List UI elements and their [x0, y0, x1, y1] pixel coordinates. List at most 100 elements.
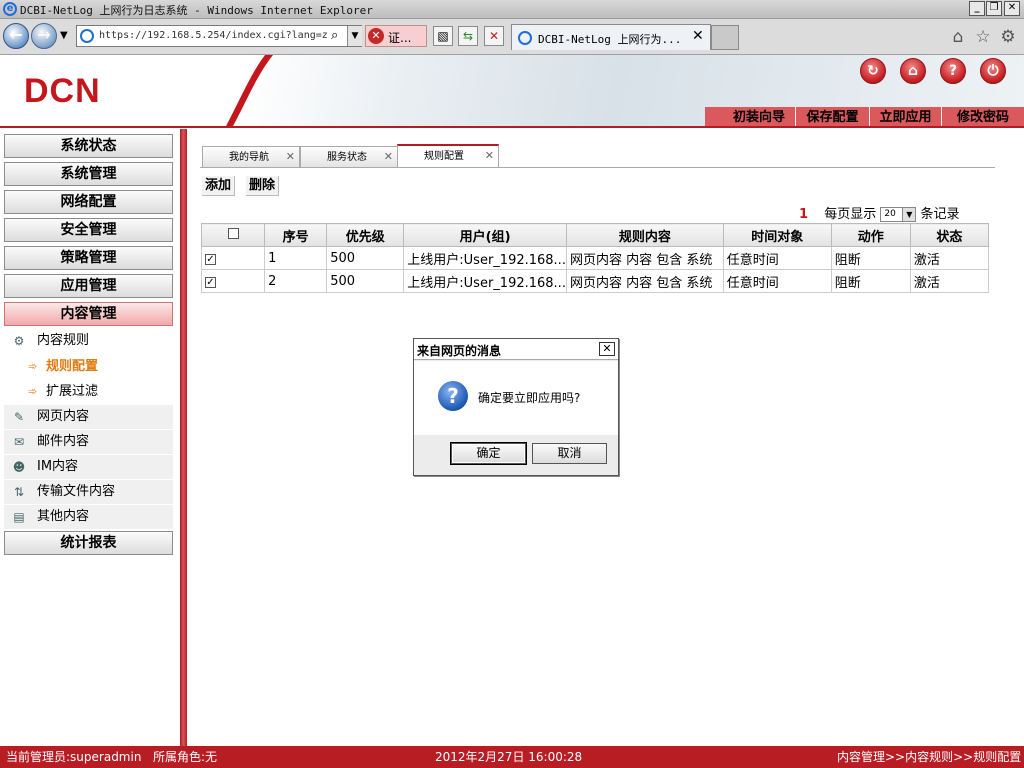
submenu-label: IM内容 [37, 459, 79, 474]
dialog-body: ? 确定要立即应用吗? [414, 361, 618, 435]
cell-time: 任意时间 [722, 246, 832, 270]
rules-table: 序号 优先级 用户(组) 规则内容 时间对象 动作 状态 ✓ 1 500 上线用… [200, 223, 990, 293]
column-header[interactable]: 用户(组) [403, 223, 567, 247]
dialog-close-button[interactable]: ✕ [599, 342, 615, 356]
sidebar-splitter[interactable] [180, 129, 187, 746]
breadcrumb: 内容管理>>内容规则>>规则配置 [837, 750, 1022, 764]
minimize-button[interactable]: _ [969, 1, 985, 16]
cell-action: 阻断 [830, 246, 911, 270]
cancel-button[interactable]: 取消 [532, 443, 607, 464]
close-window-button[interactable]: ✕ [1004, 1, 1020, 16]
close-tab-icon[interactable]: ✕ [384, 147, 393, 167]
tab-service-status[interactable]: 服务状态 ✕ [300, 146, 398, 168]
tools-gear-icon[interactable]: ⚙ [998, 27, 1018, 47]
submenu-mail-content[interactable]: ✉ 邮件内容 [4, 430, 173, 454]
help-circle-icon[interactable]: ? [940, 58, 966, 84]
menu-content-management[interactable]: 内容管理 [4, 302, 173, 326]
home-circle-icon[interactable]: ⌂ [900, 58, 926, 84]
menu-statistics-report[interactable]: 统计报表 [4, 531, 173, 555]
submenu-web-content[interactable]: ✎ 网页内容 [4, 405, 173, 429]
back-button[interactable]: ← [3, 23, 29, 49]
menu-system-management[interactable]: 系统管理 [4, 162, 173, 186]
submenu-content-rules[interactable]: ⚙ 内容规则 [4, 329, 173, 353]
apply-now-link[interactable]: 立即应用 [869, 107, 941, 126]
row-checkbox[interactable]: ✓ [205, 253, 216, 265]
menu-system-status[interactable]: 系统状态 [4, 134, 173, 158]
cell-priority: 500 [326, 269, 405, 293]
close-tab-icon[interactable]: ✕ [485, 146, 494, 166]
row-checkbox[interactable]: ✓ [205, 276, 216, 288]
leaf-label: 扩展过滤 [46, 384, 99, 399]
favorites-star-icon[interactable]: ☆ [973, 27, 993, 47]
menu-app-management[interactable]: 应用管理 [4, 274, 173, 298]
submenu-other-content[interactable]: ▤ 其他内容 [4, 505, 173, 529]
change-password-link[interactable]: 修改密码 [941, 107, 1024, 126]
menu-network-config[interactable]: 网络配置 [4, 190, 173, 214]
history-dropdown-icon[interactable]: ▼ [60, 30, 68, 41]
refresh-icon[interactable]: ⇆ [458, 26, 478, 46]
cert-error-label: 证... [388, 31, 412, 45]
tab-my-navigation[interactable]: 我的导航 ✕ [202, 146, 300, 168]
search-icon[interactable]: ⌕ [331, 28, 338, 43]
browser-toolbar: ← → ▼ https://192.168.5.254/index.cgi?la… [0, 19, 1024, 55]
web-icon: ✎ [13, 410, 25, 424]
menu-security-management[interactable]: 安全管理 [4, 218, 173, 242]
menu-policy-management[interactable]: 策略管理 [4, 246, 173, 270]
top-menu: 初装向导 保存配置 立即应用 修改密码 [705, 107, 1024, 126]
logout-circle-icon[interactable]: ⏻ [980, 58, 1006, 84]
address-bar[interactable]: https://192.168.5.254/index.cgi?lang=z ⌕… [76, 25, 362, 47]
maximize-button[interactable]: ❐ [986, 1, 1002, 16]
per-page-select[interactable]: 20 ▼ [880, 207, 917, 222]
close-tab-icon[interactable]: ✕ [692, 28, 704, 44]
header-swoosh-decoration [226, 55, 273, 126]
compatibility-view-icon[interactable]: ▧ [433, 26, 453, 46]
home-icon[interactable]: ⌂ [948, 27, 968, 47]
submenu-label: 内容规则 [37, 333, 90, 348]
confirm-dialog: 来自网页的消息 ✕ ? 确定要立即应用吗? 确定 取消 [413, 338, 619, 476]
certificate-error-button[interactable]: ✕ 证... [365, 25, 427, 47]
submenu-im-content[interactable]: ☻ IM内容 [4, 455, 173, 479]
records-label: 条记录 [920, 207, 960, 222]
delete-button[interactable]: 删除 [246, 176, 280, 196]
stop-icon[interactable]: ✕ [484, 26, 504, 46]
select-all-checkbox[interactable] [227, 227, 239, 239]
close-tab-icon[interactable]: ✕ [286, 147, 295, 167]
add-button[interactable]: 添加 [202, 176, 236, 196]
save-config-link[interactable]: 保存配置 [795, 107, 869, 126]
ok-button[interactable]: 确定 [451, 443, 526, 464]
column-header[interactable]: 序号 [264, 223, 328, 247]
dialog-message: 确定要立即应用吗? [478, 391, 581, 405]
tab-label: 服务状态 [327, 152, 367, 163]
forward-button[interactable]: → [31, 23, 57, 49]
leaf-label: 规则配置 [46, 359, 99, 374]
cell-user: 上线用户:User_192.168... [403, 269, 567, 293]
column-header[interactable]: 优先级 [326, 223, 405, 247]
table-row[interactable]: ✓ 2 500 上线用户:User_192.168... 网页内容 内容 包含 … [200, 269, 990, 293]
cell-rule: 网页内容 内容 包含 系统 [565, 269, 724, 293]
column-header[interactable]: 动作 [830, 223, 911, 247]
submenu-file-transfer-content[interactable]: ⇅ 传输文件内容 [4, 480, 173, 504]
per-page-label: 每页显示 [824, 207, 877, 222]
column-header[interactable]: 状态 [909, 223, 990, 247]
column-header[interactable]: 规则内容 [565, 223, 724, 247]
browser-tab-active[interactable]: DCBI-NetLog 上网行为... ✕ [511, 24, 711, 50]
window-title: DCBI-NetLog 上网行为日志系统 - Windows Internet … [20, 4, 373, 17]
tab-rule-config[interactable]: 规则配置 ✕ [397, 144, 499, 167]
question-icon: ? [438, 381, 468, 411]
refresh-circle-icon[interactable]: ↻ [860, 58, 886, 84]
current-page[interactable]: 1 [799, 207, 808, 222]
dialog-title-bar: 来自网页的消息 ✕ [414, 339, 618, 360]
address-dropdown-icon[interactable]: ▼ [347, 26, 362, 46]
setup-wizard-link[interactable]: 初装向导 [723, 107, 795, 126]
submenu-label: 邮件内容 [37, 434, 90, 449]
new-tab-button[interactable] [711, 25, 739, 50]
pager: 1 每页显示 20 ▼ 条记录 [799, 203, 960, 222]
cell-time: 任意时间 [722, 269, 832, 293]
table-row[interactable]: ✓ 1 500 上线用户:User_192.168... 网页内容 内容 包含 … [200, 246, 990, 270]
cell-rule: 网页内容 内容 包含 系统 [565, 246, 724, 270]
arrow-right-icon: ➾ [28, 385, 38, 398]
tab-label: 规则配置 [424, 151, 464, 162]
column-header[interactable]: 时间对象 [722, 223, 832, 247]
submenu-label: 其他内容 [37, 509, 90, 524]
status-bar: 当前管理员:superadmin 所属角色:无 2012年2月27日 16:00… [0, 746, 1024, 768]
